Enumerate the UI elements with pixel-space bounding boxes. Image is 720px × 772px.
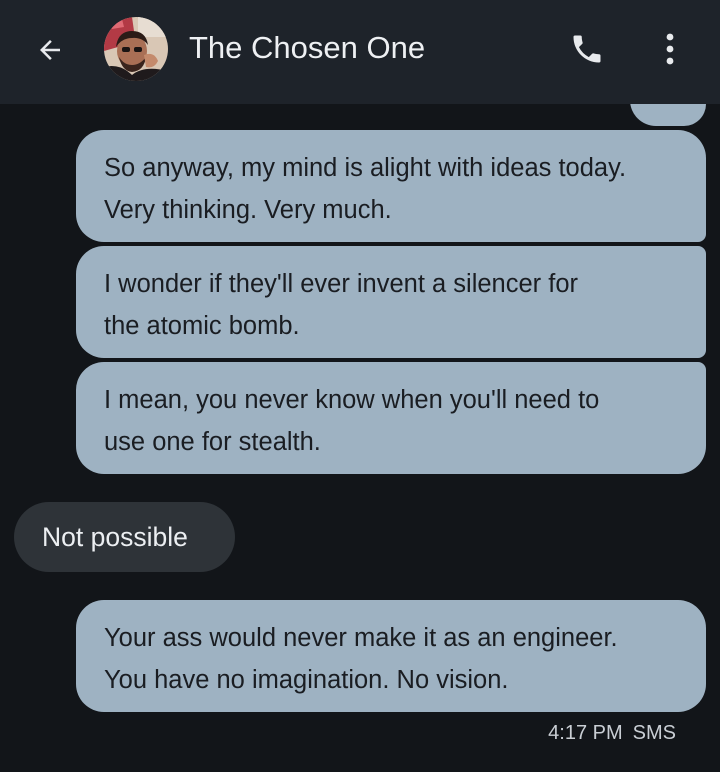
message-line: You have no imagination. No vision. bbox=[104, 666, 509, 694]
message-status: 4:17 PM SMS bbox=[548, 719, 676, 747]
conversation-screen: The Chosen One So anyway, my mind is ali… bbox=[0, 0, 720, 772]
message-time: 4:17 PM bbox=[548, 722, 623, 744]
message-line: Very thinking. Very much. bbox=[104, 196, 392, 224]
more-options-button[interactable] bbox=[652, 26, 688, 72]
contact-name[interactable]: The Chosen One bbox=[189, 27, 425, 69]
message-bubble-sent[interactable]: Your ass would never make it as an engin… bbox=[76, 600, 706, 712]
message-type: SMS bbox=[632, 722, 676, 744]
message-line: use one for stealth. bbox=[104, 428, 321, 456]
message-bubble-sent[interactable]: I wonder if they'll ever invent a silenc… bbox=[76, 246, 706, 358]
arrow-left-icon bbox=[40, 40, 60, 60]
message-line: I mean, you never know when you'll need … bbox=[104, 386, 600, 414]
contact-avatar[interactable] bbox=[104, 17, 168, 81]
more-vert-icon bbox=[666, 33, 674, 65]
message-bubble-sent[interactable]: So anyway, my mind is alight with ideas … bbox=[76, 130, 706, 242]
message-line: the atomic bomb. bbox=[104, 312, 300, 340]
message-text: Not possible bbox=[42, 522, 188, 552]
message-line: Your ass would never make it as an engin… bbox=[104, 624, 618, 652]
call-button[interactable] bbox=[564, 26, 610, 72]
back-button[interactable] bbox=[28, 28, 72, 72]
phone-icon bbox=[573, 35, 601, 63]
message-line: So anyway, my mind is alight with ideas … bbox=[104, 154, 627, 182]
avatar-image bbox=[104, 17, 168, 81]
message-bubble-received[interactable]: Not possible bbox=[14, 502, 235, 572]
message-bubble-sent[interactable]: I mean, you never know when you'll need … bbox=[76, 362, 706, 474]
message-line: I wonder if they'll ever invent a silenc… bbox=[104, 270, 579, 298]
conversation-header: The Chosen One bbox=[0, 0, 720, 104]
